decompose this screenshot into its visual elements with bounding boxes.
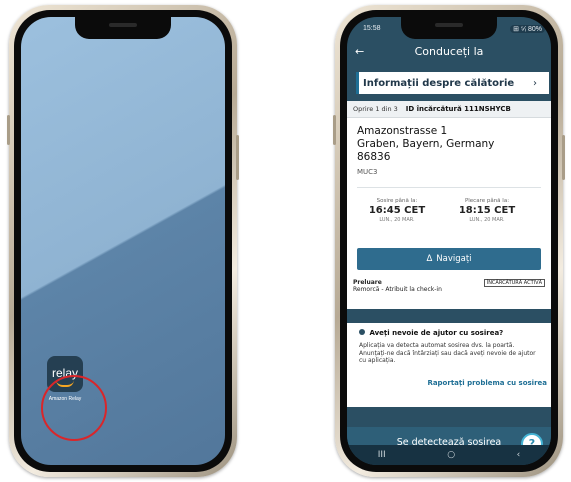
departure-date: LUN., 20 MAR. (469, 217, 505, 223)
stop-address: Amazonstrasse 1 Graben, Bayern, Germany … (357, 125, 494, 164)
app-screen: 15:58 ⊞ ⁵⁄ᵢ 80% ← Conduceți la Informați… (347, 17, 551, 465)
pickup-detail: Remorcă - Atribuit la check-in (353, 286, 442, 293)
speaker (435, 23, 463, 27)
help-body: Aplicația va detecta automat sosirea dvs… (359, 342, 536, 364)
help-question: Aveți nevoie de ajutor cu sosirea? (359, 329, 503, 337)
info-icon (359, 329, 365, 335)
address-line1: Amazonstrasse 1 (357, 125, 448, 137)
address-line2: Graben, Bayern, Germany (357, 138, 495, 150)
speaker (109, 23, 137, 27)
divider (357, 187, 541, 188)
load-id: ID încărcătură 111NSHYCB (405, 105, 511, 113)
navigate-label: Navigați (436, 254, 472, 264)
address-postal: 86836 (357, 151, 391, 163)
departure-label: Plecare până la: (464, 198, 510, 204)
pickup-info: Preluare Remorcă - Atribuit la check-in … (353, 279, 545, 293)
back-icon[interactable]: ‹ (517, 450, 521, 460)
trip-info-button[interactable]: Informații despre călătorie › (356, 72, 549, 94)
arrival-time: 16:45 CET (368, 205, 426, 216)
stop-card: Oprire 1 din 3 ID încărcătură 111NSHYCB … (347, 101, 551, 309)
highlight-circle (41, 375, 107, 441)
page-title: Conduceți la (414, 45, 484, 58)
facility-code: MUC3 (357, 168, 378, 176)
help-question-text: Aveți nevoie de ajutor cu sosirea? (369, 329, 504, 337)
stop-counter: Oprire 1 din 3 (353, 105, 398, 113)
home-icon[interactable]: ○ (447, 450, 455, 460)
status-time: 15:58 (363, 25, 381, 32)
arrival-label: Sosire până la: (376, 198, 418, 204)
power-button (562, 135, 565, 180)
recent-apps-icon[interactable]: III (378, 450, 386, 460)
chevron-right-icon: › (533, 77, 537, 89)
top-bar: ← Conduceți la (347, 43, 551, 65)
notch (75, 17, 171, 39)
departure-time: 18:15 CET (458, 205, 516, 216)
arrival-window: Sosire până la: 16:45 CET LUN., 20 MAR. (361, 198, 433, 223)
system-nav-bar: III ○ ‹ (347, 445, 551, 465)
phone-left: relay Amazon Relay (7, 5, 239, 477)
phone-right: 15:58 ⊞ ⁵⁄ᵢ 80% ← Conduceți la Informați… (333, 5, 565, 477)
navigation-arrow-icon: Δ (426, 254, 433, 264)
report-arrival-issue-link[interactable]: Raportați problema cu sosirea (427, 379, 547, 387)
volume-button (333, 115, 336, 145)
notch (401, 17, 497, 39)
stop-header: Oprire 1 din 3 ID încărcătură 111NSHYCB (347, 101, 551, 118)
arrival-date: LUN., 20 MAR. (379, 217, 415, 223)
trip-info-label: Informații despre călătorie (363, 77, 515, 89)
volume-button (7, 115, 10, 145)
status-icons: ⊞ ⁵⁄ᵢ 80% (510, 25, 545, 33)
departure-window: Plecare până la: 18:15 CET LUN., 20 MAR. (451, 198, 523, 223)
status-badge: ÎNCĂRCĂTURĂ ACTIVĂ (483, 279, 545, 287)
help-card: Aveți nevoie de ajutor cu sosirea? Aplic… (347, 323, 551, 407)
navigate-button[interactable]: Δ Navigați (357, 248, 541, 270)
power-button (236, 135, 239, 180)
